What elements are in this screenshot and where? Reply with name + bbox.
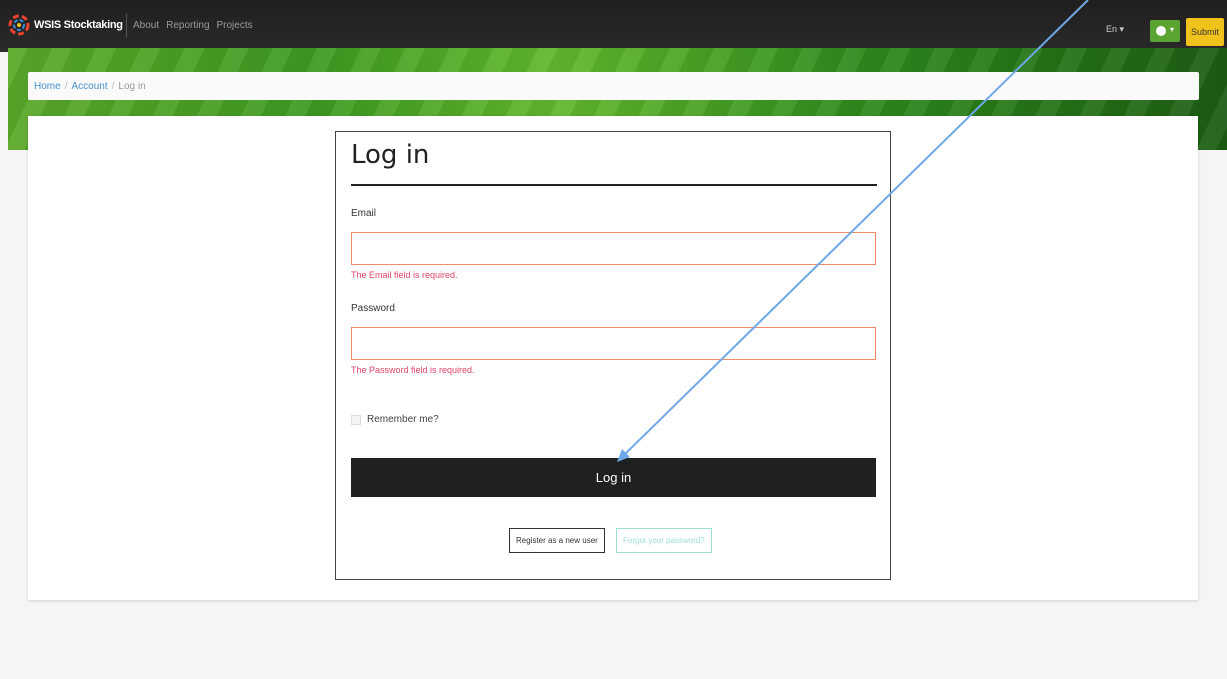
top-navbar: WSIS Stocktaking About Reporting Project… [0, 0, 1227, 52]
register-link[interactable]: Register as a new user [509, 528, 605, 553]
password-label: Password [351, 303, 395, 314]
nav-link-projects[interactable]: Projects [217, 20, 253, 31]
submit-button[interactable]: Submit [1186, 18, 1224, 46]
breadcrumb-separator: / [111, 80, 115, 92]
user-icon [1156, 26, 1166, 36]
forgot-password-link[interactable]: Forgot your password? [616, 528, 712, 553]
nav-link-about[interactable]: About [133, 20, 159, 31]
breadcrumb-separator: / [64, 80, 68, 92]
nav-divider [126, 14, 127, 38]
user-menu-button[interactable]: ▾ [1150, 20, 1180, 42]
login-button[interactable]: Log in [351, 458, 876, 497]
nav-links: About Reporting Projects [133, 20, 253, 31]
title-divider [351, 184, 877, 186]
wsis-logo-icon[interactable] [8, 12, 30, 38]
breadcrumb-home[interactable]: Home [34, 81, 61, 92]
language-dropdown[interactable]: En ▾ [1106, 24, 1124, 35]
checkbox-icon[interactable] [351, 414, 361, 425]
email-label: Email [351, 208, 377, 219]
breadcrumb-current: Log in [118, 80, 146, 92]
email-error: The Email field is required. [351, 270, 458, 280]
remember-me-label[interactable]: Remember me? [367, 414, 439, 425]
remember-me-row: Remember me? [351, 414, 439, 425]
brand-name[interactable]: WSIS Stocktaking [34, 19, 123, 31]
email-field[interactable] [351, 232, 876, 265]
nav-link-reporting[interactable]: Reporting [166, 20, 209, 31]
page-title: Log in [351, 140, 430, 170]
chevron-down-icon: ▾ [1170, 25, 1175, 34]
password-error: The Password field is required. [351, 365, 475, 375]
breadcrumb-account[interactable]: Account [71, 81, 107, 92]
login-form: Log in Email The Email field is required… [335, 131, 891, 580]
breadcrumb: Home / Account / Log in [28, 72, 1199, 100]
password-field[interactable] [351, 327, 876, 360]
